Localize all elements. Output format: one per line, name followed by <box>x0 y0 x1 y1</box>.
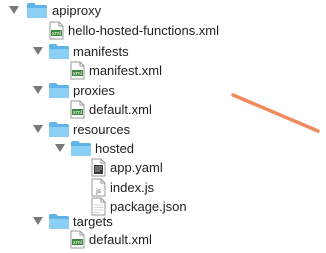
disclosure-triangle-icon[interactable] <box>9 6 19 14</box>
tree-label: manifests <box>73 44 129 59</box>
svg-text:xml: xml <box>52 31 61 37</box>
folder-icon <box>49 122 69 137</box>
xml-file-icon: xml <box>70 230 85 249</box>
folder-icon <box>49 44 69 59</box>
tree-label: default.xml <box>89 102 152 117</box>
svg-text:xml: xml <box>73 240 82 246</box>
svg-text:js: js <box>95 188 101 195</box>
folder-icon <box>71 141 91 156</box>
folder-icon <box>27 3 47 18</box>
xml-file-icon: xml <box>70 61 85 80</box>
tree-label: index.js <box>110 180 155 195</box>
disclosure-triangle-icon[interactable] <box>33 86 43 94</box>
xml-file-icon: xml <box>49 21 64 40</box>
js-file-icon: js <box>91 178 106 197</box>
tree-label: app.yaml <box>110 160 163 175</box>
tree-row-targets-default-xml[interactable]: xml default.xml <box>0 229 326 253</box>
folder-icon <box>49 214 69 229</box>
disclosure-triangle-icon[interactable] <box>33 125 43 133</box>
tree-label: apiproxy <box>52 3 102 18</box>
svg-text:xml: xml <box>73 71 82 77</box>
folder-icon <box>49 83 69 98</box>
tree-label: resources <box>73 122 131 137</box>
tree-label: default.xml <box>89 232 152 247</box>
text-file-icon <box>91 158 106 177</box>
tree-label: hosted <box>95 141 135 156</box>
tree-label: manifest.xml <box>89 63 162 78</box>
disclosure-triangle-icon[interactable] <box>33 47 43 55</box>
tree-label: targets <box>73 214 113 229</box>
tree-label: proxies <box>73 83 115 98</box>
disclosure-triangle-icon[interactable] <box>33 217 43 225</box>
tree-label: hello-hosted-functions.xml <box>68 23 220 38</box>
xml-file-icon: xml <box>70 100 85 119</box>
svg-text:xml: xml <box>73 110 82 116</box>
disclosure-triangle-icon[interactable] <box>55 144 65 152</box>
file-tree: apiproxy xml hello-hosted-functions.xml … <box>0 0 326 250</box>
